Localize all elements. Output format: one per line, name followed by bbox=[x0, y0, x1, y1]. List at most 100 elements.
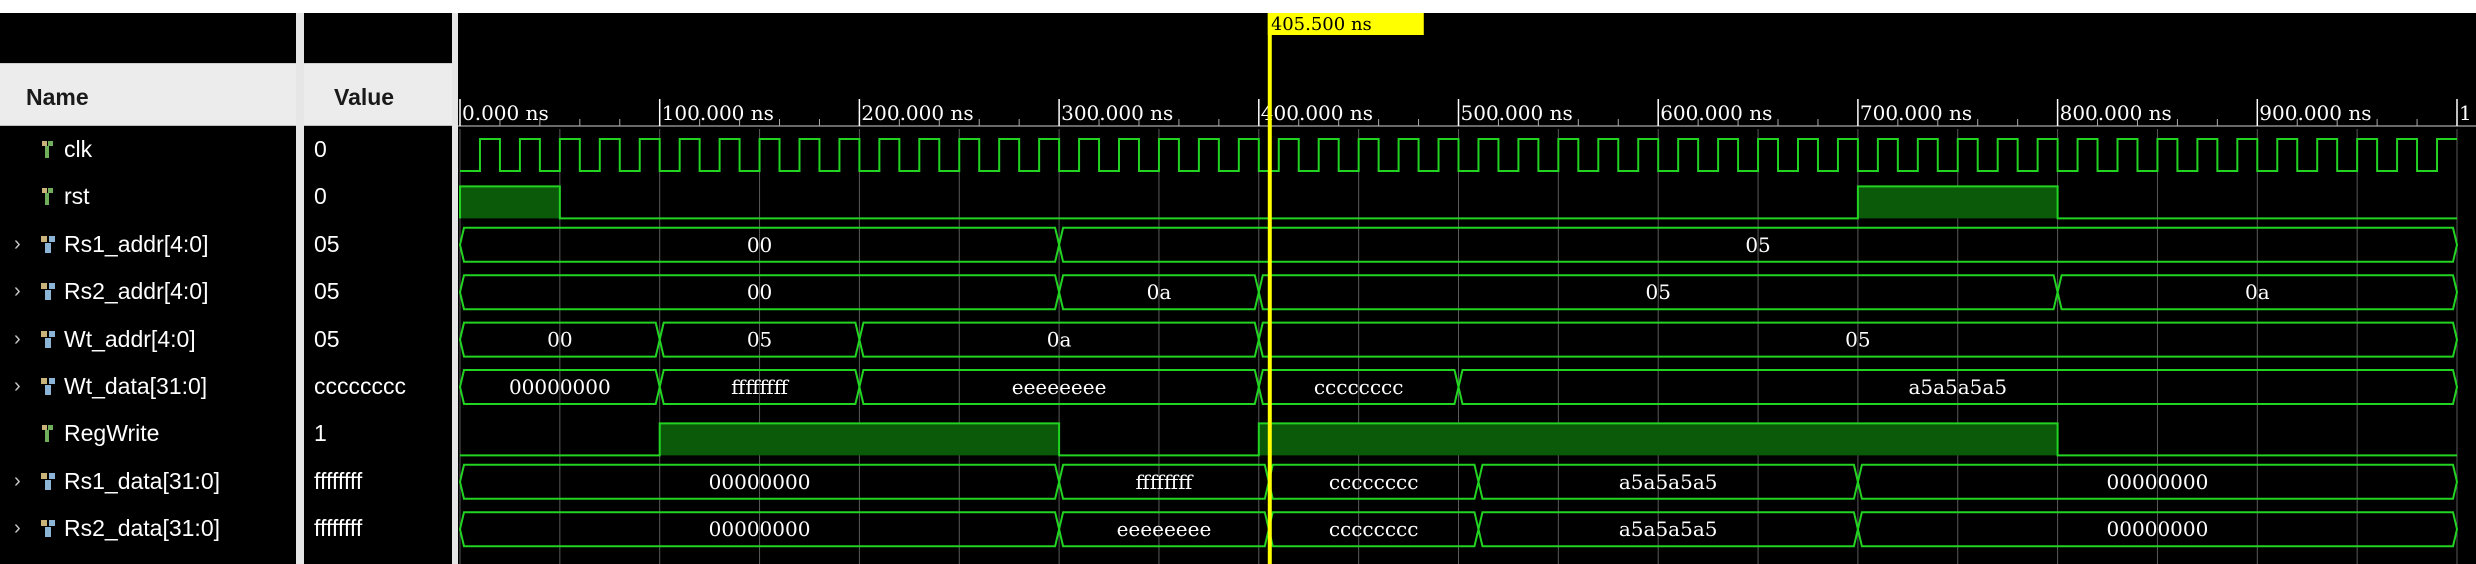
time-tick-label: 200.000 ns bbox=[861, 101, 973, 125]
bus-signal-icon bbox=[40, 375, 56, 397]
waveform-viewer: Name clk rst › Rs1_addr[4:0] › Rs2_addr[4:0] ›… bbox=[0, 13, 2476, 564]
bus-signal-icon bbox=[40, 328, 56, 350]
column-splitter[interactable] bbox=[296, 13, 304, 564]
bus-value-label: 00000000 bbox=[2107, 517, 2209, 541]
signal-row[interactable]: rst bbox=[0, 173, 296, 220]
signal-row[interactable]: › Rs1_addr[4:0] bbox=[0, 221, 296, 268]
expand-chevron-icon[interactable]: › bbox=[14, 518, 21, 538]
bus-value-label: 00000000 bbox=[709, 470, 811, 494]
bus-value-label: 0a bbox=[2245, 280, 2270, 304]
value-column-header-label: Value bbox=[334, 84, 395, 110]
signal-name-list: clk rst › Rs1_addr[4:0] › Rs2_addr[4:0] › Wt_ad… bbox=[0, 126, 296, 564]
signal-value: cccccccc bbox=[314, 373, 406, 399]
bus-value-label: a5a5a5a5 bbox=[1619, 470, 1718, 494]
time-tick-label: 600.000 ns bbox=[1660, 101, 1772, 125]
bus-value-label: a5a5a5a5 bbox=[1619, 517, 1718, 541]
signal-value: 0 bbox=[314, 183, 327, 210]
bus-signal-icon bbox=[40, 233, 56, 255]
signal-value: ffffffff bbox=[314, 515, 363, 542]
signal-values-panel: Value 0 0 05 05 05 cccccccc 1 ffffffff ffffffff bbox=[304, 13, 452, 564]
signal-row[interactable]: › Rs1_data[31:0] bbox=[0, 458, 296, 505]
bus-value-label: eeeeeeee bbox=[1117, 517, 1212, 541]
bus-value-label: 00000000 bbox=[709, 517, 811, 541]
waveform-panel[interactable]: 0.000 ns 100.000 ns 200.000 ns 300.000 ns 40… bbox=[458, 13, 2476, 564]
bus-value-label: 0a bbox=[1147, 280, 1172, 304]
high-level-fill bbox=[460, 186, 560, 219]
signal-name: Wt_addr[4:0] bbox=[64, 325, 196, 352]
time-tick-label: 900.000 ns bbox=[2259, 101, 2371, 125]
bus-value-label: ffffffff bbox=[1136, 470, 1195, 494]
signal-row[interactable]: › Rs2_data[31:0] bbox=[0, 505, 296, 552]
bit-signal-icon bbox=[40, 422, 56, 444]
expand-chevron-icon[interactable]: › bbox=[14, 471, 21, 491]
bit-signal-icon bbox=[40, 185, 56, 207]
signal-row[interactable]: › Wt_addr[4:0] bbox=[0, 316, 296, 363]
signal-name: Rs1_addr[4:0] bbox=[64, 230, 209, 257]
time-tick-label: 700.000 ns bbox=[1860, 101, 1972, 125]
signal-value: 1 bbox=[314, 420, 327, 447]
bus-value-label: eeeeeeee bbox=[1012, 375, 1107, 399]
time-tick-label: 100.000 ns bbox=[662, 101, 774, 125]
time-tick-label: 1 bbox=[2459, 101, 2472, 125]
waveform-canvas[interactable]: 0.000 ns 100.000 ns 200.000 ns 300.000 ns 40… bbox=[458, 13, 2476, 564]
signal-name: Rs2_data[31:0] bbox=[64, 515, 221, 542]
signal-names-panel: Name clk rst › Rs1_addr[4:0] › Rs2_addr[4:0] ›… bbox=[0, 13, 296, 564]
signal-row[interactable]: clk bbox=[0, 126, 296, 173]
time-tick-label: 300.000 ns bbox=[1061, 101, 1173, 125]
expand-chevron-icon[interactable]: › bbox=[14, 329, 21, 349]
bus-value-label: 00 bbox=[547, 328, 572, 352]
signal-value-list: 0 0 05 05 05 cccccccc 1 ffffffff ffffffff bbox=[304, 126, 452, 564]
bus-value-label: cccccccc bbox=[1329, 470, 1419, 494]
high-level-fill bbox=[1258, 423, 2058, 456]
bus-value-label: 00 bbox=[747, 280, 772, 304]
expand-chevron-icon[interactable]: › bbox=[14, 376, 21, 396]
bus-value-label: 00000000 bbox=[509, 375, 611, 399]
bus-value-label: 00 bbox=[747, 233, 772, 257]
time-tick-label: 400.000 ns bbox=[1261, 101, 1373, 125]
clock-waveform bbox=[460, 138, 2457, 172]
signal-row[interactable]: › Rs2_addr[4:0] bbox=[0, 268, 296, 315]
bus-signal-icon bbox=[40, 280, 56, 302]
bus-value-label: 05 bbox=[747, 328, 772, 352]
bus-value-label: cccccccc bbox=[1314, 375, 1404, 399]
bus-value-label: 00000000 bbox=[2107, 470, 2209, 494]
bus-value-label: 05 bbox=[1645, 280, 1670, 304]
bus-signal-icon bbox=[40, 517, 56, 539]
signal-row[interactable]: RegWrite bbox=[0, 410, 296, 457]
expand-chevron-icon[interactable]: › bbox=[14, 281, 21, 301]
cursor-line[interactable] bbox=[1267, 13, 1272, 564]
time-tick-label: 0.000 ns bbox=[462, 101, 549, 125]
bit-signal-icon bbox=[40, 138, 56, 160]
signal-name: clk bbox=[64, 136, 93, 162]
name-column-header-label: Name bbox=[26, 84, 89, 110]
signal-value: 05 bbox=[314, 325, 340, 352]
high-level-fill bbox=[1857, 186, 2058, 219]
signal-row[interactable]: › Wt_data[31:0] bbox=[0, 363, 296, 410]
bus-value-label: 0a bbox=[1047, 328, 1072, 352]
signal-value: 05 bbox=[314, 278, 340, 305]
bus-value-label: ffffffff bbox=[731, 375, 790, 399]
signal-name: Rs1_data[31:0] bbox=[64, 467, 221, 494]
cursor-time-label: 405.500 ns bbox=[1271, 14, 1372, 35]
bus-value-label: a5a5a5a5 bbox=[1908, 375, 2007, 399]
signal-name: RegWrite bbox=[64, 420, 160, 447]
name-column-header[interactable]: Name bbox=[0, 63, 296, 126]
signal-name: Wt_data[31:0] bbox=[64, 373, 208, 399]
bus-value-label: 05 bbox=[1845, 328, 1870, 352]
signal-value: ffffffff bbox=[314, 467, 363, 494]
waveform-trace[interactable] bbox=[460, 138, 2457, 172]
time-tick-label: 500.000 ns bbox=[1461, 101, 1573, 125]
signal-name: rst bbox=[64, 183, 90, 210]
expand-chevron-icon[interactable]: › bbox=[14, 234, 21, 254]
names-panel-toolbar-area bbox=[0, 13, 296, 63]
signal-value: 0 bbox=[314, 136, 327, 162]
time-tick-label: 800.000 ns bbox=[2060, 101, 2172, 125]
value-column-header[interactable]: Value bbox=[304, 63, 452, 126]
bus-value-label: 05 bbox=[1745, 233, 1770, 257]
bus-value-label: cccccccc bbox=[1329, 517, 1419, 541]
signal-name: Rs2_addr[4:0] bbox=[64, 278, 209, 305]
high-level-fill bbox=[659, 423, 1060, 456]
signal-value: 05 bbox=[314, 230, 340, 257]
time-ruler[interactable]: 0.000 ns 100.000 ns 200.000 ns 300.000 ns 40… bbox=[458, 99, 2476, 127]
bus-signal-icon bbox=[40, 470, 56, 492]
